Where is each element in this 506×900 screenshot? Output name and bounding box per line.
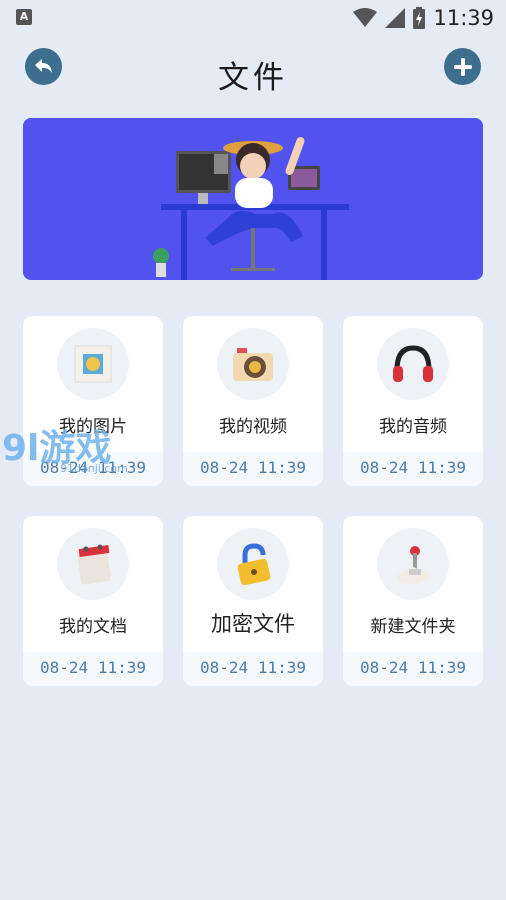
card-label: 我的图片 [59,417,127,437]
padlock-icon [217,528,289,600]
add-button[interactable] [444,48,481,85]
card-label: 加密文件 [211,612,295,636]
battery-icon [413,7,426,29]
status-time: 11:39 [433,6,494,30]
card-new-folder[interactable]: 新建文件夹 08-24 11:39 [343,516,483,686]
headphones-icon [377,328,449,400]
card-timestamp: 08-24 11:39 [23,452,163,486]
card-my-pictures[interactable]: 我的图片 08-24 11:39 [23,316,163,486]
calendar-notepad-icon [57,528,129,600]
page-title: 文件 [218,60,288,96]
signal-icon [385,8,406,28]
card-my-documents[interactable]: 我的文档 08-24 11:39 [23,516,163,686]
card-timestamp: 08-24 11:39 [343,652,483,686]
banner-illustration [23,118,483,280]
plus-icon [453,57,472,76]
card-label: 我的音频 [379,417,447,437]
camera-icon [217,328,289,400]
card-label: 我的文档 [59,617,127,637]
picture-frame-icon [57,328,129,400]
card-label: 新建文件夹 [370,617,456,637]
app-notification-icon: A [16,9,32,25]
card-label: 我的视频 [219,417,287,437]
joystick-icon [377,528,449,600]
desk-character-illustration [153,136,349,280]
card-timestamp: 08-24 11:39 [343,452,483,486]
status-bar: A 11:39 [0,0,506,36]
card-timestamp: 08-24 11:39 [183,652,323,686]
card-my-videos[interactable]: 我的视频 08-24 11:39 [183,316,323,486]
card-timestamp: 08-24 11:39 [183,452,323,486]
wifi-icon [353,8,378,27]
card-my-audio[interactable]: 我的音频 08-24 11:39 [343,316,483,486]
card-timestamp: 08-24 11:39 [23,652,163,686]
card-encrypted-files[interactable]: 加密文件 08-24 11:39 [183,516,323,686]
